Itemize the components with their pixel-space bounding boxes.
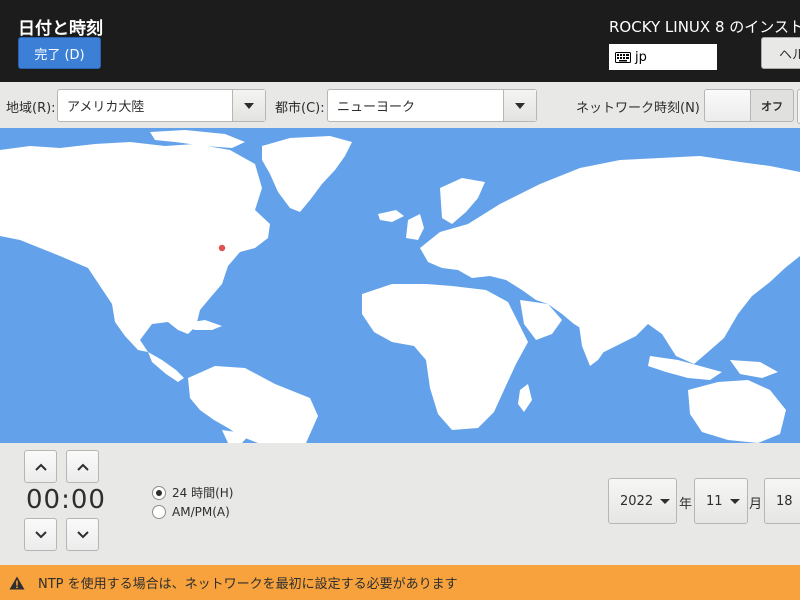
keyboard-layout-indicator[interactable]: jp — [609, 44, 717, 70]
hour-up-button[interactable] — [24, 450, 57, 483]
page-title: 日付と時刻 — [18, 19, 103, 39]
format-24h-label: 24 時間(H) — [172, 486, 234, 500]
region-value: アメリカ大陸 — [67, 100, 145, 115]
done-button[interactable]: 完了 (D) — [18, 37, 101, 69]
chevron-down-icon — [515, 102, 525, 109]
city-combo[interactable]: ニューヨーク — [327, 89, 537, 122]
land-australia — [688, 380, 786, 443]
day-combo[interactable]: 18 — [764, 478, 800, 524]
network-time-label: ネットワーク時刻(N) — [576, 101, 700, 116]
minute-down-button[interactable] — [66, 518, 99, 551]
land-greenland — [262, 136, 352, 212]
year-combo[interactable]: 2022 — [608, 478, 677, 524]
location-marker — [217, 243, 227, 253]
time-display: 00:00 — [26, 485, 106, 515]
region-dropdown-arrow[interactable] — [232, 90, 265, 121]
month-value: 11 — [706, 493, 723, 509]
format-ampm-option[interactable]: AM/PM(A) — [152, 505, 230, 519]
chevron-down-icon — [76, 530, 89, 538]
switch-knob[interactable] — [705, 90, 751, 121]
format-24h-option[interactable]: 24 時間(H) — [152, 484, 233, 501]
month-combo[interactable]: 11 — [694, 478, 748, 524]
land-new-guinea — [730, 360, 778, 378]
warning-icon — [9, 576, 25, 589]
format-ampm-radio[interactable] — [152, 505, 166, 519]
city-value: ニューヨーク — [337, 100, 416, 115]
time-date-panel: 00:00 24 時間(H) AM/PM(A) 2022 年 11 月 18 — [0, 443, 800, 565]
product-title: ROCKY LINUX 8 のインスト — [609, 18, 800, 36]
network-time-switch[interactable]: オフ — [704, 89, 794, 122]
format-ampm-label: AM/PM(A) — [172, 505, 230, 519]
ntp-warning-text: NTP を使用する場合は、ネットワークを最初に設定する必要があります — [38, 577, 458, 592]
land-central-america — [148, 352, 184, 382]
keyboard-icon — [615, 51, 631, 63]
switch-state: オフ — [761, 100, 783, 113]
land-madagascar — [518, 384, 532, 412]
ntp-warning-bar: NTP を使用する場合は、ネットワークを最初に設定する必要があります — [0, 565, 800, 600]
land-iceland — [378, 210, 404, 222]
chevron-down-icon — [34, 530, 47, 538]
chevron-down-icon — [244, 102, 254, 109]
chevron-down-icon — [729, 498, 740, 504]
city-dropdown-arrow[interactable] — [503, 90, 536, 121]
timezone-toolbar: 地域(R): アメリカ大陸 都市(C): ニューヨーク ネットワーク時刻(N) … — [0, 82, 800, 128]
land-south-america — [188, 366, 318, 443]
world-map[interactable] — [0, 128, 800, 443]
chevron-up-icon — [34, 463, 47, 471]
year-value: 2022 — [620, 493, 654, 509]
year-suffix: 年 — [679, 497, 693, 512]
day-value: 18 — [776, 493, 793, 509]
month-suffix: 月 — [749, 497, 763, 512]
land-british-isles — [406, 214, 424, 240]
land-scandinavia — [440, 178, 485, 224]
keyboard-layout-value: jp — [635, 49, 647, 65]
help-button[interactable]: ヘル — [761, 37, 800, 69]
chevron-down-icon — [660, 498, 671, 504]
city-label: 都市(C): — [275, 101, 325, 116]
timezone-map[interactable] — [0, 128, 800, 443]
format-24h-radio[interactable] — [152, 485, 166, 500]
land-africa — [362, 284, 528, 430]
radio-selected-dot — [156, 489, 162, 496]
region-combo[interactable]: アメリカ大陸 — [57, 89, 266, 122]
region-label: 地域(R): — [6, 101, 56, 116]
chevron-up-icon — [76, 463, 89, 471]
hour-down-button[interactable] — [24, 518, 57, 551]
header-bar: 日付と時刻 完了 (D) ROCKY LINUX 8 のインスト jp ヘル — [0, 0, 800, 82]
minute-up-button[interactable] — [66, 450, 99, 483]
land-north-america — [0, 142, 270, 352]
